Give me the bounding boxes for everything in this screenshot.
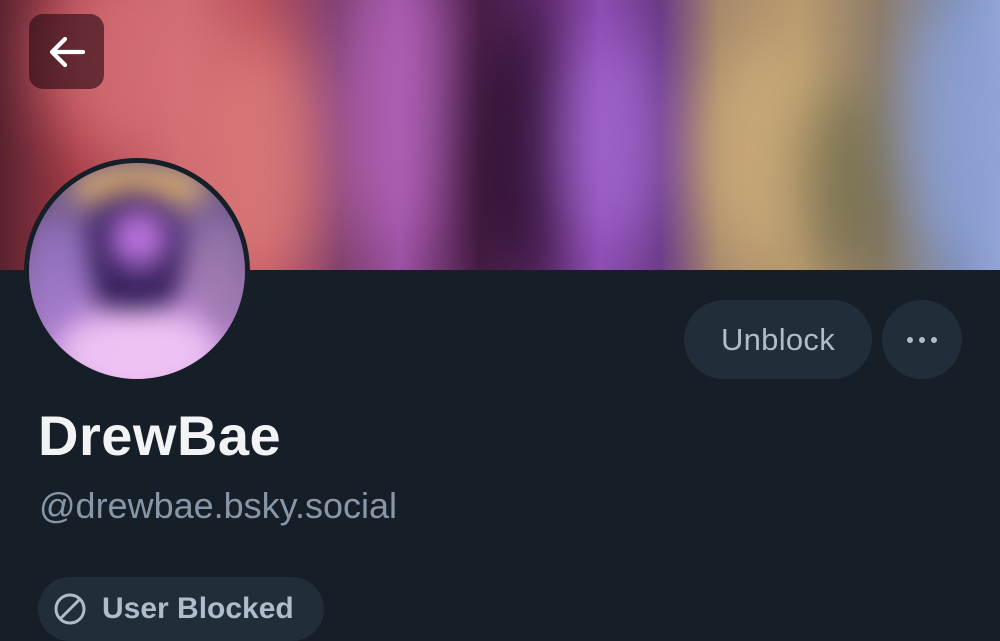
avatar-image xyxy=(29,163,245,379)
avatar-blur-shape xyxy=(59,313,219,379)
banner-blur-shape xyxy=(800,80,900,270)
ban-icon xyxy=(54,593,86,625)
avatar-blur-shape xyxy=(189,223,245,333)
avatar-blur-shape xyxy=(109,208,169,268)
ellipsis-icon xyxy=(904,336,940,343)
banner-blur-shape xyxy=(470,20,560,270)
display-name: DrewBae xyxy=(38,404,282,467)
banner-blur-shape xyxy=(900,0,1000,260)
arrow-left-icon xyxy=(49,36,85,67)
profile-screen: Unblock DrewBae @drewbae.bsky.social Use… xyxy=(0,0,1000,641)
avatar[interactable] xyxy=(24,158,250,384)
blocked-label: User Blocked xyxy=(102,592,294,625)
avatar-blur-shape xyxy=(29,223,89,333)
more-options-button[interactable] xyxy=(882,300,962,379)
back-button[interactable] xyxy=(29,14,104,89)
user-blocked-badge: User Blocked xyxy=(38,577,324,641)
profile-handle: @drewbae.bsky.social xyxy=(39,485,398,526)
banner-blur-shape xyxy=(340,0,450,250)
banner-blur-shape xyxy=(560,30,660,250)
unblock-button[interactable]: Unblock xyxy=(684,300,872,379)
